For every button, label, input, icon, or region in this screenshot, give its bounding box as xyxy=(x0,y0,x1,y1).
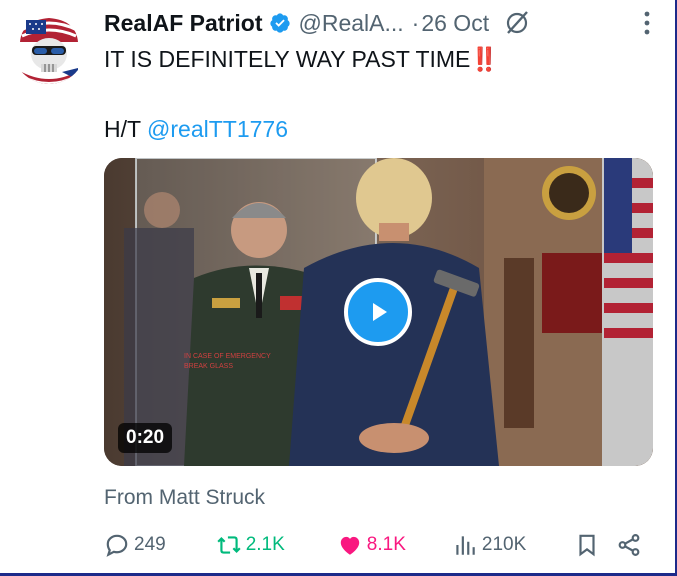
bookmark-button[interactable] xyxy=(574,532,600,558)
separator-dot: · xyxy=(411,9,420,36)
views-count: 210K xyxy=(481,534,527,555)
like-button[interactable]: 8.1K xyxy=(337,532,406,558)
video-duration: 0:20 xyxy=(118,423,173,453)
glass-caption: IN CASE OF EMERGENCY xyxy=(184,353,271,360)
more-icon[interactable] xyxy=(643,10,651,36)
post-text: IT IS DEFINITELY WAY PAST TIME‼️ xyxy=(104,44,499,74)
play-button[interactable] xyxy=(344,278,412,346)
repost-button[interactable]: 2.1K xyxy=(216,532,285,558)
views-button[interactable]: 210K xyxy=(452,532,526,558)
mention-link[interactable]: @realTT1776 xyxy=(147,116,288,142)
verified-icon xyxy=(270,13,291,33)
video-source[interactable]: From Matt Struck xyxy=(104,486,265,510)
post-text-line: IT IS DEFINITELY WAY PAST TIME xyxy=(104,46,471,72)
avatar[interactable] xyxy=(12,10,86,84)
grok-icon[interactable] xyxy=(503,9,531,37)
repost-count: 2.1K xyxy=(245,534,285,555)
like-count: 8.1K xyxy=(366,534,406,555)
views-icon xyxy=(456,536,475,555)
action-bar: 249 2.1K 8.1K 210K xyxy=(104,528,644,562)
tweet-header: RealAF Patriot @RealA... · 26 Oct xyxy=(104,8,665,38)
like-icon xyxy=(340,536,360,555)
video-player[interactable]: IN CASE OF EMERGENCY BREAK GLASS 0:20 xyxy=(104,158,653,466)
bookmark-icon xyxy=(579,534,595,557)
post-date[interactable]: 26 Oct xyxy=(421,10,489,37)
share-icon xyxy=(618,534,640,556)
author-handle[interactable]: @RealA... xyxy=(298,10,403,37)
repost-icon xyxy=(217,536,241,554)
share-button[interactable] xyxy=(616,532,642,558)
reply-count: 249 xyxy=(134,534,166,555)
glass-caption-2: BREAK GLASS xyxy=(184,363,233,370)
reply-icon xyxy=(106,534,128,557)
hat-tip: H/T @realTT1776 xyxy=(104,114,288,144)
play-icon xyxy=(373,303,387,321)
double-exclamation-emoji: ‼️ xyxy=(470,46,500,72)
author-name[interactable]: RealAF Patriot xyxy=(104,10,262,37)
hat-tip-prefix: H/T xyxy=(104,116,148,142)
reply-button[interactable]: 249 xyxy=(104,532,166,558)
tweet[interactable]: RealAF Patriot @RealA... · 26 Oct IT IS … xyxy=(0,0,677,576)
